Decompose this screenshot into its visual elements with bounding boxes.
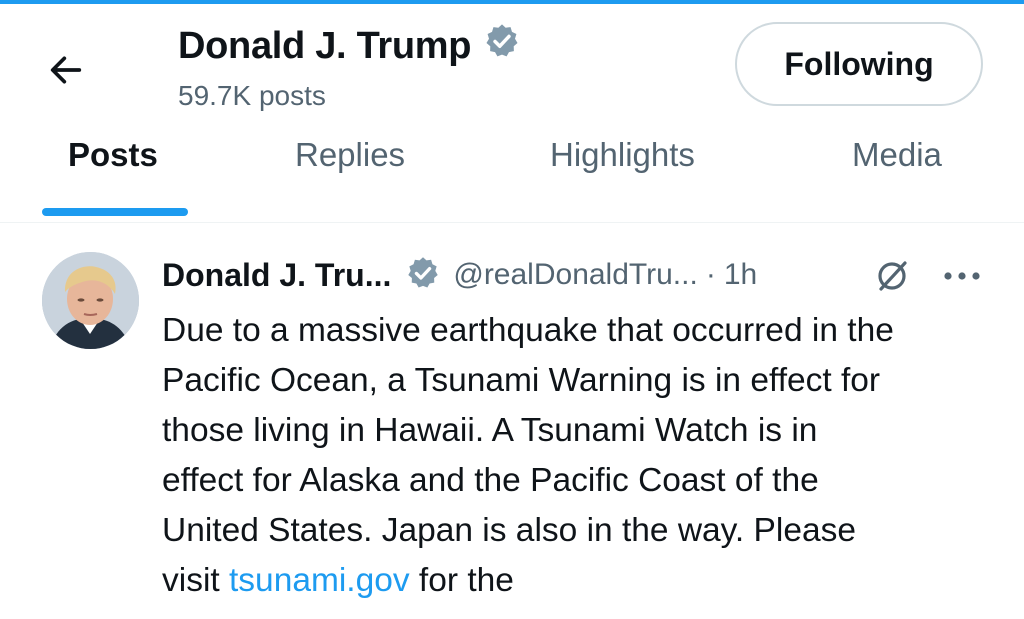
top-accent-line: [0, 0, 1024, 4]
back-button[interactable]: [38, 42, 94, 98]
post-author-name[interactable]: Donald J. Tru...: [162, 257, 391, 294]
tab-replies[interactable]: Replies: [295, 136, 405, 174]
following-button[interactable]: Following: [735, 22, 983, 106]
profile-header-name: Donald J. Trump: [178, 22, 521, 70]
verified-badge-icon[interactable]: [405, 255, 441, 296]
tab-highlights[interactable]: Highlights: [550, 136, 695, 174]
post-text-line: visit tsunami.gov for the: [162, 556, 1002, 606]
arrow-left-icon: [50, 56, 82, 84]
post-text-segment: for the: [409, 562, 514, 599]
post-text-line: those living in Hawaii. A Tsunami Watch …: [162, 412, 818, 449]
post-text-line: United States. Japan is also in the way.…: [162, 512, 856, 549]
post-text-line: Due to a massive earthquake that occurre…: [162, 312, 894, 349]
tab-media[interactable]: Media: [852, 136, 942, 174]
post-header: Donald J. Tru... @realDonaldTru... · 1h: [162, 252, 757, 298]
separator-dot: ·: [705, 258, 716, 291]
post-text-segment: visit: [162, 562, 229, 599]
profile-tabs: Posts Replies Highlights Media: [0, 120, 1024, 223]
post-timestamp[interactable]: 1h: [724, 258, 757, 292]
post-text-line: Pacific Ocean, a Tsunami Warning is in e…: [162, 362, 881, 399]
post-count: 59.7K posts: [178, 80, 326, 111]
tsunami-gov-link[interactable]: tsunami.gov: [229, 562, 410, 599]
avatar[interactable]: [42, 252, 139, 349]
tab-posts[interactable]: Posts: [68, 136, 158, 174]
more-horizontal-icon[interactable]: [942, 256, 982, 296]
post-handle[interactable]: @realDonaldTru...: [453, 258, 697, 292]
verified-badge-icon[interactable]: [483, 22, 521, 70]
grok-icon[interactable]: [872, 256, 912, 296]
avatar-portrait: [42, 252, 139, 349]
active-tab-indicator: [42, 208, 188, 216]
profile-name-text: Donald J. Trump: [178, 24, 472, 67]
post-text: Due to a massive earthquake that occurre…: [162, 306, 1002, 606]
post-text-line: effect for Alaska and the Pacific Coast …: [162, 462, 819, 499]
